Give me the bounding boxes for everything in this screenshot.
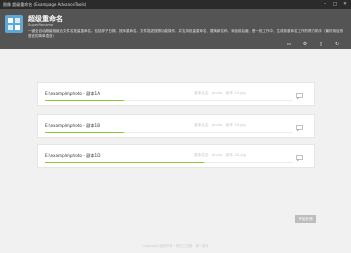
file-name: E:\example\photo - 副本1D [45, 152, 101, 158]
app-description: 一键全自动超级相组合文件名批量重命名。包括样子日期、按序重命名。文件描述按照功能… [28, 29, 343, 38]
app-logo-icon [5, 15, 23, 33]
close-icon[interactable]: ✕ [341, 0, 349, 9]
comment-icon[interactable] [296, 125, 303, 131]
file-status: 重命名至：photo - 副本 1D.jpg [194, 153, 247, 157]
comment-icon[interactable] [296, 93, 303, 99]
file-list: E:\example\photo - 副本1A 重命名至：photo - 副本 … [25, 74, 325, 240]
file-name: E:\example\photo - 副本1A [45, 90, 101, 96]
progress-bar [45, 162, 293, 164]
file-status: 重命名至：photo - 副本 1A.jpg [194, 91, 246, 95]
window-title: 图像 超级重命名 (Exampage AdvanceTools) [3, 2, 87, 7]
progress-fill [45, 100, 125, 102]
minimize-icon[interactable]: – [321, 0, 329, 9]
refresh-icon[interactable]: ↻ [333, 42, 341, 48]
file-card: E:\example\photo - 副本1B 重命名至：photo - 副本 … [37, 114, 315, 138]
page-subtitle: SuperRename [28, 22, 54, 27]
footer-text: Copyright 版权所有 · 软件工具集 · 第一版本 [142, 244, 209, 248]
file-status: 重命名至：photo - 副本 1B.jpg [194, 123, 246, 127]
trash-icon[interactable]: ▯ [317, 42, 325, 48]
progress-fill [45, 162, 204, 164]
start-button[interactable]: 开始处理 [295, 215, 316, 223]
file-card: E:\example\photo - 副本1A 重命名至：photo - 副本 … [37, 82, 315, 106]
file-name: E:\example\photo - 副本1B [45, 122, 101, 128]
progress-fill [45, 132, 125, 134]
maximize-icon[interactable]: □ [331, 0, 339, 9]
window-titlebar: 图像 超级重命名 (Exampage AdvanceTools) [0, 0, 351, 9]
folder-icon[interactable]: ▭ [285, 42, 293, 48]
app-header: 超级重命名 SuperRename 一键全自动超级相组合文件名批量重命名。包括样… [0, 9, 351, 49]
progress-bar [45, 100, 293, 102]
comment-icon[interactable] [296, 155, 303, 161]
file-card: E:\example\photo - 副本1D 重命名至：photo - 副本 … [37, 144, 315, 168]
settings-icon[interactable]: ⚙ [301, 42, 309, 48]
progress-bar [45, 132, 293, 134]
